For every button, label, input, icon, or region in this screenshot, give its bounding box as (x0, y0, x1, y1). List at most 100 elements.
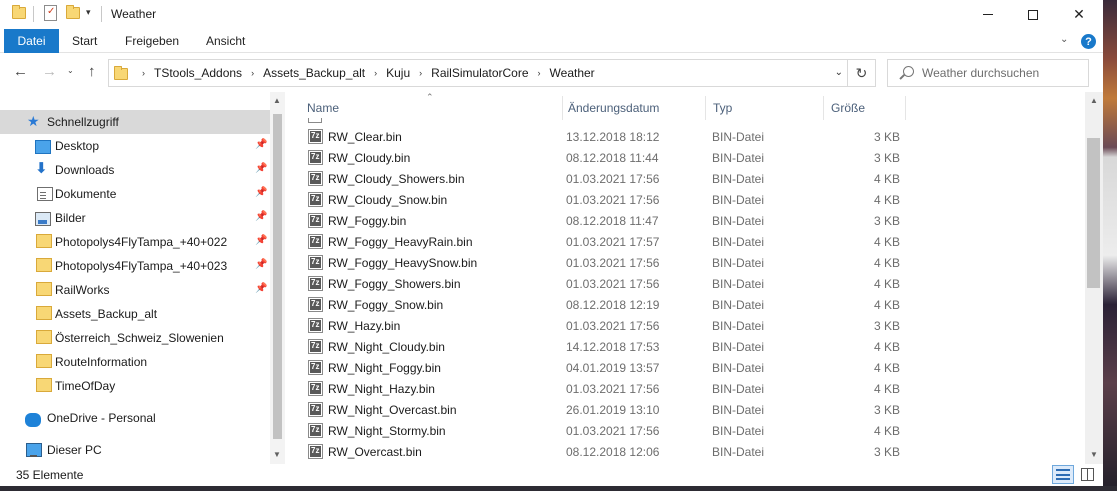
nav-item-oesterreich[interactable]: Österreich_Schweiz_Slowenien (0, 326, 270, 350)
file-row[interactable]: 7z RW_Night_Foggy.bin 04.01.2019 13:57 B… (303, 357, 1085, 378)
breadcrumb-item-assets-backup-alt[interactable]: Assets_Backup_alt (263, 66, 365, 80)
nav-item-quick-access[interactable]: ★ Schnellzugriff (0, 110, 270, 134)
file-row[interactable]: 7z RW_Clear.bin 13.12.2018 18:12 BIN-Dat… (303, 126, 1085, 147)
up-arrow-icon[interactable]: ↑ (88, 63, 96, 81)
properties-icon[interactable]: ✓ (44, 5, 57, 21)
file-size: 3 KB (873, 445, 900, 459)
expand-ribbon-chevron-icon[interactable]: ⌄ (1060, 34, 1068, 45)
file-row[interactable]: 7z RW_Night_Stormy.bin 01.03.2021 17:56 … (303, 420, 1085, 441)
archive-file-icon: 7z (308, 129, 323, 144)
scroll-down-icon[interactable]: ▼ (1090, 450, 1098, 459)
back-arrow-icon[interactable]: ← (13, 63, 28, 81)
nav-item-photopolys-022[interactable]: Photopolys4FlyTampa_+40+022 📌 (0, 230, 270, 254)
scrollbar-thumb[interactable] (1087, 138, 1100, 288)
breadcrumb-separator-icon[interactable]: › (251, 68, 254, 78)
archive-file-icon: 7z (308, 423, 323, 438)
column-divider[interactable] (905, 96, 906, 120)
file-row[interactable]: 7z RW_Night_Overcast.bin 26.01.2019 13:1… (303, 399, 1085, 420)
customize-quick-access-chevron-icon[interactable]: ▾ (86, 7, 91, 18)
file-list-scrollbar[interactable]: ▲ ▼ (1085, 92, 1103, 464)
nav-pane-scrollbar[interactable]: ▲ ▼ (270, 92, 285, 464)
nav-item-photopolys-023[interactable]: Photopolys4FlyTampa_+40+023 📌 (0, 254, 270, 278)
file-name: RW_Cloudy_Snow.bin (328, 193, 448, 207)
nav-item-routeinformation[interactable]: RouteInformation (0, 350, 270, 374)
archive-file-icon: 7z (308, 234, 323, 249)
breadcrumb-item-weather[interactable]: Weather (550, 66, 595, 80)
file-row[interactable]: 7z RW_Foggy_HeavyRain.bin 01.03.2021 17:… (303, 231, 1085, 252)
file-date: 01.03.2021 17:56 (566, 424, 660, 438)
address-history-chevron-icon[interactable]: ⌄ (835, 67, 843, 78)
address-bar[interactable]: › TStools_Addons › Assets_Backup_alt › K… (108, 59, 876, 87)
file-type: BIN-Datei (712, 235, 765, 249)
breadcrumb-item-kuju[interactable]: Kuju (386, 66, 410, 80)
help-icon[interactable]: ? (1081, 34, 1096, 49)
forward-arrow-icon[interactable]: → (42, 63, 57, 81)
pin-icon[interactable]: 📌 (255, 235, 267, 246)
scroll-up-icon[interactable]: ▲ (1090, 96, 1098, 105)
pin-icon[interactable]: 📌 (255, 259, 267, 270)
column-header-size[interactable]: Größe (823, 98, 865, 118)
file-row[interactable]: 7z RW_Foggy_HeavySnow.bin 01.03.2021 17:… (303, 252, 1085, 273)
nav-item-downloads[interactable]: ⬇ Downloads 📌 (0, 158, 270, 182)
column-header-name[interactable]: Name (299, 98, 339, 118)
file-row[interactable]: 7z RW_Overcast.bin 08.12.2018 12:06 BIN-… (303, 441, 1085, 462)
column-header-type[interactable]: Typ (705, 98, 732, 118)
breadcrumb-item-tstools-addons[interactable]: TStools_Addons (154, 66, 242, 80)
folder-icon (36, 378, 52, 392)
file-type: BIN-Datei (712, 256, 765, 270)
breadcrumb-separator-icon[interactable]: › (419, 68, 422, 78)
recent-locations-chevron-icon[interactable]: ⌄ (67, 66, 74, 75)
file-date: 01.03.2021 17:57 (566, 235, 660, 249)
breadcrumb-separator-icon[interactable]: › (374, 68, 377, 78)
file-row[interactable]: 7z RW_Cloudy_Showers.bin 01.03.2021 17:5… (303, 168, 1085, 189)
search-box[interactable] (887, 59, 1089, 87)
pin-icon[interactable]: 📌 (255, 283, 267, 294)
pin-icon[interactable]: 📌 (255, 139, 267, 150)
column-header-date[interactable]: Änderungsdatum (560, 98, 659, 118)
tab-share[interactable]: Freigeben (125, 34, 179, 48)
nav-item-onedrive[interactable]: OneDrive - Personal (0, 406, 270, 430)
close-button[interactable]: ✕ (1056, 0, 1102, 29)
details-view-button[interactable] (1052, 465, 1074, 484)
file-date: 01.03.2021 17:56 (566, 172, 660, 186)
file-type: BIN-Datei (712, 361, 765, 375)
tab-file[interactable]: Datei (4, 29, 59, 53)
divider (101, 6, 102, 22)
nav-item-railworks[interactable]: RailWorks 📌 (0, 278, 270, 302)
file-row[interactable]: 7z RW_Night_Cloudy.bin 14.12.2018 17:53 … (303, 336, 1085, 357)
nav-item-pictures[interactable]: Bilder 📌 (0, 206, 270, 230)
nav-item-timeofday[interactable]: TimeOfDay (0, 374, 270, 398)
file-type: BIN-Datei (712, 193, 765, 207)
maximize-button[interactable] (1010, 0, 1056, 29)
pin-icon[interactable]: 📌 (255, 187, 267, 198)
file-row[interactable]: 7z RW_Hazy.bin 01.03.2021 17:56 BIN-Date… (303, 315, 1085, 336)
nav-item-assets-backup-alt[interactable]: Assets_Backup_alt (0, 302, 270, 326)
file-row[interactable]: 7z RW_Cloudy.bin 08.12.2018 11:44 BIN-Da… (303, 147, 1085, 168)
search-input[interactable] (922, 66, 1082, 80)
download-icon: ⬇ (35, 160, 48, 177)
cloud-icon (25, 413, 41, 427)
file-row[interactable]: 7z RW_Night_Hazy.bin 01.03.2021 17:56 BI… (303, 378, 1085, 399)
breadcrumb-separator-icon[interactable]: › (538, 68, 541, 78)
nav-item-desktop[interactable]: Desktop 📌 (0, 134, 270, 158)
pin-icon[interactable]: 📌 (255, 163, 267, 174)
file-row[interactable]: 7z RW_Foggy_Snow.bin 08.12.2018 12:19 BI… (303, 294, 1085, 315)
file-row[interactable]: 7z RW_Foggy_Showers.bin 01.03.2021 17:56… (303, 273, 1085, 294)
new-folder-icon[interactable] (66, 5, 80, 21)
large-icons-view-button[interactable] (1076, 465, 1098, 484)
tab-start[interactable]: Start (72, 34, 97, 48)
scrollbar-thumb[interactable] (273, 114, 282, 439)
nav-item-documents[interactable]: Dokumente 📌 (0, 182, 270, 206)
pin-icon[interactable]: 📌 (255, 211, 267, 222)
scroll-down-icon[interactable]: ▼ (273, 450, 281, 459)
refresh-icon[interactable]: ↻ (847, 60, 875, 86)
nav-item-this-pc[interactable]: Dieser PC (0, 438, 270, 462)
nav-item-label: Dokumente (55, 187, 117, 201)
file-row[interactable]: 7z RW_Cloudy_Snow.bin 01.03.2021 17:56 B… (303, 189, 1085, 210)
minimize-button[interactable] (965, 0, 1011, 29)
breadcrumb-item-railsimulatorcore[interactable]: RailSimulatorCore (431, 66, 528, 80)
tab-view[interactable]: Ansicht (206, 34, 245, 48)
scroll-up-icon[interactable]: ▲ (273, 96, 281, 105)
folder-icon (36, 234, 52, 248)
file-row[interactable]: 7z RW_Foggy.bin 08.12.2018 11:47 BIN-Dat… (303, 210, 1085, 231)
